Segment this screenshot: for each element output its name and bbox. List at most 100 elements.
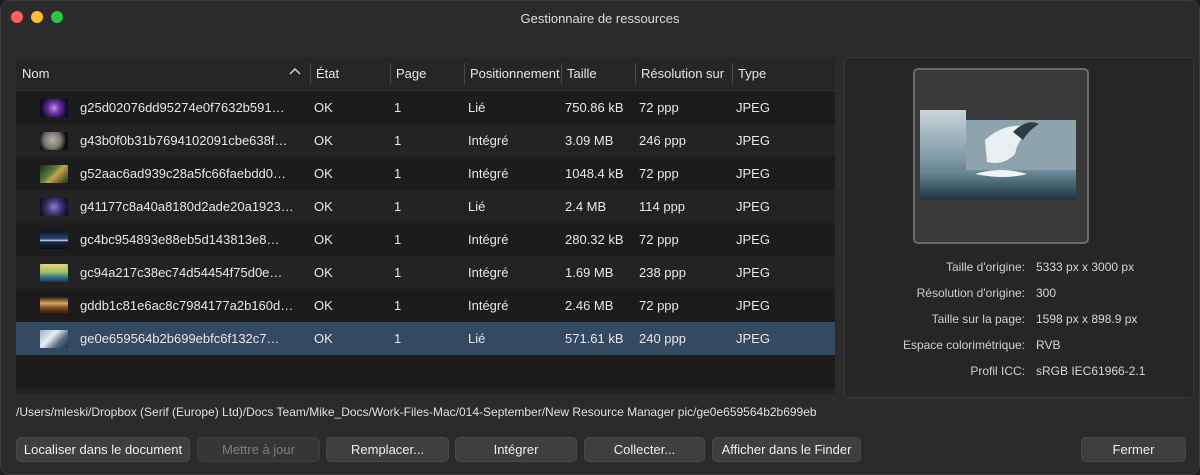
thumbnail-image (40, 329, 68, 348)
table-row[interactable]: gc94a217c38ec74d54454f75d0e… OK 1 Intégr… (16, 256, 835, 289)
resource-name: gc4bc954893e88eb5d143813e8… (80, 232, 280, 247)
resource-manager-window: Gestionnaire de ressources Nom État Page… (0, 0, 1200, 475)
resource-state: OK (314, 265, 333, 280)
window-title: Gestionnaire de ressources (520, 10, 680, 26)
resource-positioning: Intégré (468, 232, 509, 247)
resource-positioning: Lié (468, 331, 486, 346)
column-header-name-label: Nom (22, 66, 50, 81)
resource-resolution: 72 ppp (639, 298, 679, 313)
resource-type: JPEG (736, 100, 770, 115)
table-row[interactable]: g52aac6ad939c28a5fc66faebdd0… OK 1 Intég… (16, 157, 835, 190)
resource-type: JPEG (736, 232, 770, 247)
table-header: Nom État Page Positionnement Taille Réso… (16, 57, 835, 91)
resource-name: g25d02076dd95274e0f7632b591… (80, 100, 285, 115)
locate-in-document-button[interactable]: Localiser dans le document (16, 437, 190, 462)
table-row[interactable]: g25d02076dd95274e0f7632b591… OK 1 Lié 75… (16, 91, 835, 124)
resource-state: OK (314, 298, 333, 313)
colorspace-label: Espace colorimétrique: (902, 338, 1025, 352)
window-controls (11, 11, 63, 23)
chevron-up-icon (289, 68, 301, 75)
embed-button[interactable]: Intégrer (455, 437, 577, 462)
close-button[interactable]: Fermer (1081, 437, 1186, 462)
resource-page: 1 (394, 166, 402, 181)
resource-resolution: 72 ppp (639, 166, 679, 181)
resource-info: Taille d'origine: 5333 px x 3000 px Réso… (845, 254, 1193, 384)
resource-state: OK (314, 331, 333, 346)
resource-state: OK (314, 199, 333, 214)
column-header-positioning[interactable]: Positionnement (464, 57, 561, 90)
zoom-window-button[interactable] (51, 11, 63, 23)
thumbnail-image (40, 164, 68, 183)
info-original-size: Taille d'origine: 5333 px x 3000 px (845, 254, 1193, 280)
original-size-label: Taille d'origine: (945, 260, 1025, 274)
table-row-selected[interactable]: ge0e659564b2b699ebfc6f132c7… OK 1 Lié 57… (16, 322, 835, 355)
original-resolution-value: 300 (1036, 286, 1057, 300)
column-header-type[interactable]: Type (732, 57, 835, 90)
resource-type: JPEG (736, 199, 770, 214)
empty-row (16, 355, 835, 388)
resource-size: 2.46 MB (565, 298, 614, 313)
icc-label: Profil ICC: (970, 364, 1025, 378)
resource-name: g52aac6ad939c28a5fc66faebdd0… (80, 166, 287, 181)
resource-size: 571.61 kB (565, 331, 624, 346)
show-in-finder-button[interactable]: Afficher dans le Finder (712, 437, 861, 462)
column-header-name[interactable]: Nom (16, 57, 310, 90)
table-row[interactable]: g43b0f0b31b7694102091cbe638f… OK 1 Intég… (16, 124, 835, 157)
resource-name: gddb1c81e6ac8c7984177a2b160d… (80, 298, 294, 313)
resource-name: ge0e659564b2b699ebfc6f132c7… (80, 331, 280, 346)
preview-image (920, 110, 1076, 200)
close-window-button[interactable] (11, 11, 23, 23)
resource-positioning: Intégré (468, 265, 509, 280)
resource-resolution: 72 ppp (639, 232, 679, 247)
collect-button[interactable]: Collecter... (584, 437, 705, 462)
resource-resolution: 240 ppp (639, 331, 686, 346)
resource-state: OK (314, 232, 333, 247)
thumbnail-image (40, 131, 68, 150)
column-header-resolution[interactable]: Résolution sur (635, 57, 732, 90)
resource-state: OK (314, 133, 333, 148)
column-header-state[interactable]: État (310, 57, 390, 90)
image-preview (913, 68, 1089, 244)
resource-type: JPEG (736, 265, 770, 280)
resource-resolution: 114 ppp (639, 199, 686, 214)
resource-positioning: Intégré (468, 298, 509, 313)
resource-page: 1 (394, 133, 402, 148)
title-bar: Gestionnaire de ressources (1, 1, 1199, 35)
details-panel: Taille d'origine: 5333 px x 3000 px Réso… (844, 57, 1194, 398)
resource-page: 1 (394, 298, 402, 313)
table-row[interactable]: gddb1c81e6ac8c7984177a2b160d… OK 1 Intég… (16, 289, 835, 322)
resource-positioning: Lié (468, 199, 486, 214)
table-row[interactable]: gc4bc954893e88eb5d143813e8… OK 1 Intégré… (16, 223, 835, 256)
colorspace-value: RVB (1036, 338, 1061, 352)
resource-page: 1 (394, 265, 402, 280)
resources-table: Nom État Page Positionnement Taille Réso… (16, 57, 835, 394)
replace-button[interactable]: Remplacer... (326, 437, 449, 462)
resource-positioning: Intégré (468, 166, 509, 181)
info-colorspace: Espace colorimétrique: RVB (845, 332, 1193, 358)
resource-size: 2.4 MB (565, 199, 607, 214)
resource-name: g41177c8a40a8180d2ade20a1923… (80, 199, 294, 214)
original-resolution-label: Résolution d'origine: (916, 286, 1025, 300)
column-header-page[interactable]: Page (390, 57, 464, 90)
table-row[interactable]: g41177c8a40a8180d2ade20a1923… OK 1 Lié 2… (16, 190, 835, 223)
resource-size: 1.69 MB (565, 265, 614, 280)
resource-type: JPEG (736, 133, 770, 148)
info-original-resolution: Résolution d'origine: 300 (845, 280, 1193, 306)
minimize-window-button[interactable] (31, 11, 43, 23)
info-icc-profile: Profil ICC: sRGB IEC61966-2.1 (845, 358, 1193, 384)
icc-value: sRGB IEC61966-2.1 (1036, 364, 1146, 378)
resource-positioning: Lié (468, 100, 486, 115)
resource-resolution: 238 ppp (639, 265, 686, 280)
thumbnail-image (40, 230, 68, 249)
table-body: g25d02076dd95274e0f7632b591… OK 1 Lié 75… (16, 91, 835, 394)
resource-resolution: 72 ppp (639, 100, 679, 115)
update-button[interactable]: Mettre à jour (197, 437, 320, 462)
resource-size: 750.86 kB (565, 100, 624, 115)
info-page-size: Taille sur la page: 1598 px x 898.9 px (845, 306, 1193, 332)
resource-resolution: 246 ppp (639, 133, 686, 148)
resource-page: 1 (394, 100, 402, 115)
resource-size: 3.09 MB (565, 133, 614, 148)
resource-type: JPEG (736, 166, 770, 181)
resource-name: g43b0f0b31b7694102091cbe638f… (80, 133, 288, 148)
column-header-size[interactable]: Taille (561, 57, 635, 90)
